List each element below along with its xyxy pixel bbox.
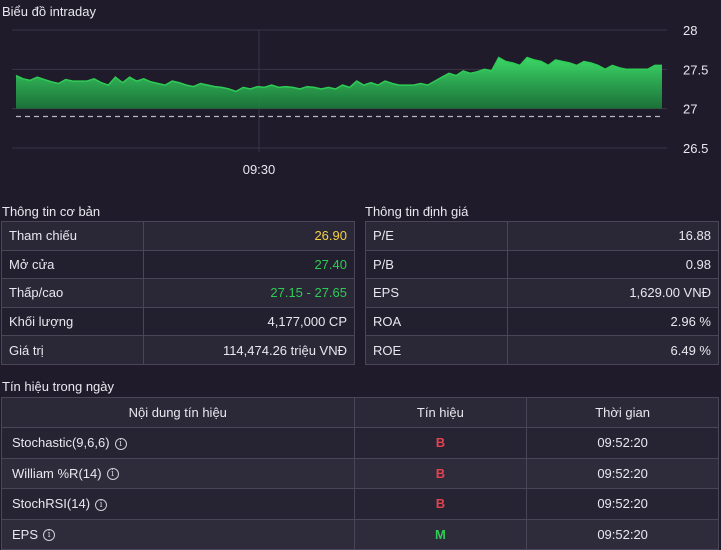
signal-time: 09:52:20	[526, 518, 719, 550]
valuation-label: EPS	[365, 278, 508, 308]
valuation-row: P/E 16.88	[365, 221, 720, 251]
y-tick-label: 27.5	[683, 62, 708, 77]
signal-name: EPS	[12, 526, 39, 542]
signal-time: 09:52:20	[526, 427, 719, 459]
header-time[interactable]: Thời gian	[526, 397, 719, 428]
valuation-row: ROE 6.49 %	[365, 335, 720, 365]
signal-row: EPS i M 09:52:20	[1, 518, 719, 550]
signal-row: William %R(14) i B 09:52:20	[1, 457, 719, 489]
basic-info-value: 27.15 - 27.65	[142, 278, 356, 308]
valuation-label: P/B	[365, 249, 508, 280]
intraday-chart[interactable]: 28 27.5 27 26.5 09:30	[0, 0, 721, 190]
valuation-value: 16.88	[506, 221, 720, 251]
signal-name: Stochastic(9,6,6)	[12, 435, 110, 451]
basic-info-row: Giá trị 114,474.26 triệu VNĐ	[1, 335, 356, 365]
valuation-label: P/E	[365, 221, 508, 251]
signal-name-cell: EPS i	[1, 518, 355, 550]
signal-value: M	[353, 518, 528, 550]
info-icon[interactable]: i	[95, 498, 108, 511]
header-signal[interactable]: Tín hiệu	[353, 397, 528, 428]
basic-info-value: 26.90	[142, 221, 356, 251]
info-icon[interactable]: i	[106, 468, 119, 481]
basic-info-label: Tham chiếu	[1, 221, 144, 251]
basic-info-label: Khối lượng	[1, 306, 144, 337]
signal-name-cell: William %R(14) i	[1, 457, 355, 489]
signal-value: B	[353, 457, 528, 489]
basic-info-label: Giá trị	[1, 335, 144, 365]
valuation-title: Thông tin định giá	[365, 204, 469, 219]
valuation-row: EPS 1,629.00 VNĐ	[365, 278, 720, 308]
signal-value: B	[353, 427, 528, 459]
basic-info-row: Khối lượng 4,177,000 CP	[1, 306, 356, 337]
basic-info-value: 4,177,000 CP	[142, 306, 356, 337]
info-icon[interactable]: i	[114, 437, 127, 450]
basic-info-row: Mở cửa 27.40	[1, 249, 356, 280]
signal-time: 09:52:20	[526, 457, 719, 489]
signal-row: Stochastic(9,6,6) i B 09:52:20	[1, 427, 719, 459]
signal-value: B	[353, 488, 528, 520]
valuation-value: 1,629.00 VNĐ	[506, 278, 720, 308]
y-tick-label: 28	[683, 23, 697, 38]
valuation-table: P/E 16.88 P/B 0.98 EPS 1,629.00 VNĐ ROA 2.96 % R…	[365, 221, 720, 365]
basic-info-value: 27.40	[142, 249, 356, 280]
signal-name: William %R(14)	[12, 465, 102, 481]
valuation-row: P/B 0.98	[365, 249, 720, 280]
basic-info-label: Mở cửa	[1, 249, 144, 280]
signal-time: 09:52:20	[526, 488, 719, 520]
info-icon[interactable]: i	[43, 529, 56, 542]
signals-table: Nội dung tín hiệu Tín hiệu Thời gian Sto…	[1, 397, 719, 550]
basic-info-table: Tham chiếu 26.90 Mở cửa 27.40 Thấp/cao 27.15 …	[1, 221, 356, 365]
price-area	[16, 57, 662, 109]
signals-title: Tín hiệu trong ngày	[2, 379, 115, 394]
valuation-label: ROA	[365, 306, 508, 337]
header-signal-content[interactable]: Nội dung tín hiệu	[1, 397, 355, 428]
signal-name-cell: StochRSI(14) i	[1, 488, 355, 520]
basic-info-row: Tham chiếu 26.90	[1, 221, 356, 251]
basic-info-row: Thấp/cao 27.15 - 27.65	[1, 278, 356, 308]
valuation-value: 0.98	[506, 249, 720, 280]
signal-name-cell: Stochastic(9,6,6) i	[1, 427, 355, 459]
basic-info-label: Thấp/cao	[1, 278, 144, 308]
y-tick-label: 27	[683, 102, 697, 117]
y-tick-label: 26.5	[683, 141, 708, 156]
valuation-label: ROE	[365, 335, 508, 365]
basic-info-title: Thông tin cơ bản	[2, 204, 101, 219]
signal-name: StochRSI(14)	[12, 496, 91, 512]
x-tick-label: 09:30	[243, 162, 276, 177]
valuation-value: 2.96 %	[506, 306, 720, 337]
basic-info-value: 114,474.26 triệu VNĐ	[142, 335, 356, 365]
signal-row: StochRSI(14) i B 09:52:20	[1, 488, 719, 520]
valuation-row: ROA 2.96 %	[365, 306, 720, 337]
valuation-value: 6.49 %	[506, 335, 720, 365]
